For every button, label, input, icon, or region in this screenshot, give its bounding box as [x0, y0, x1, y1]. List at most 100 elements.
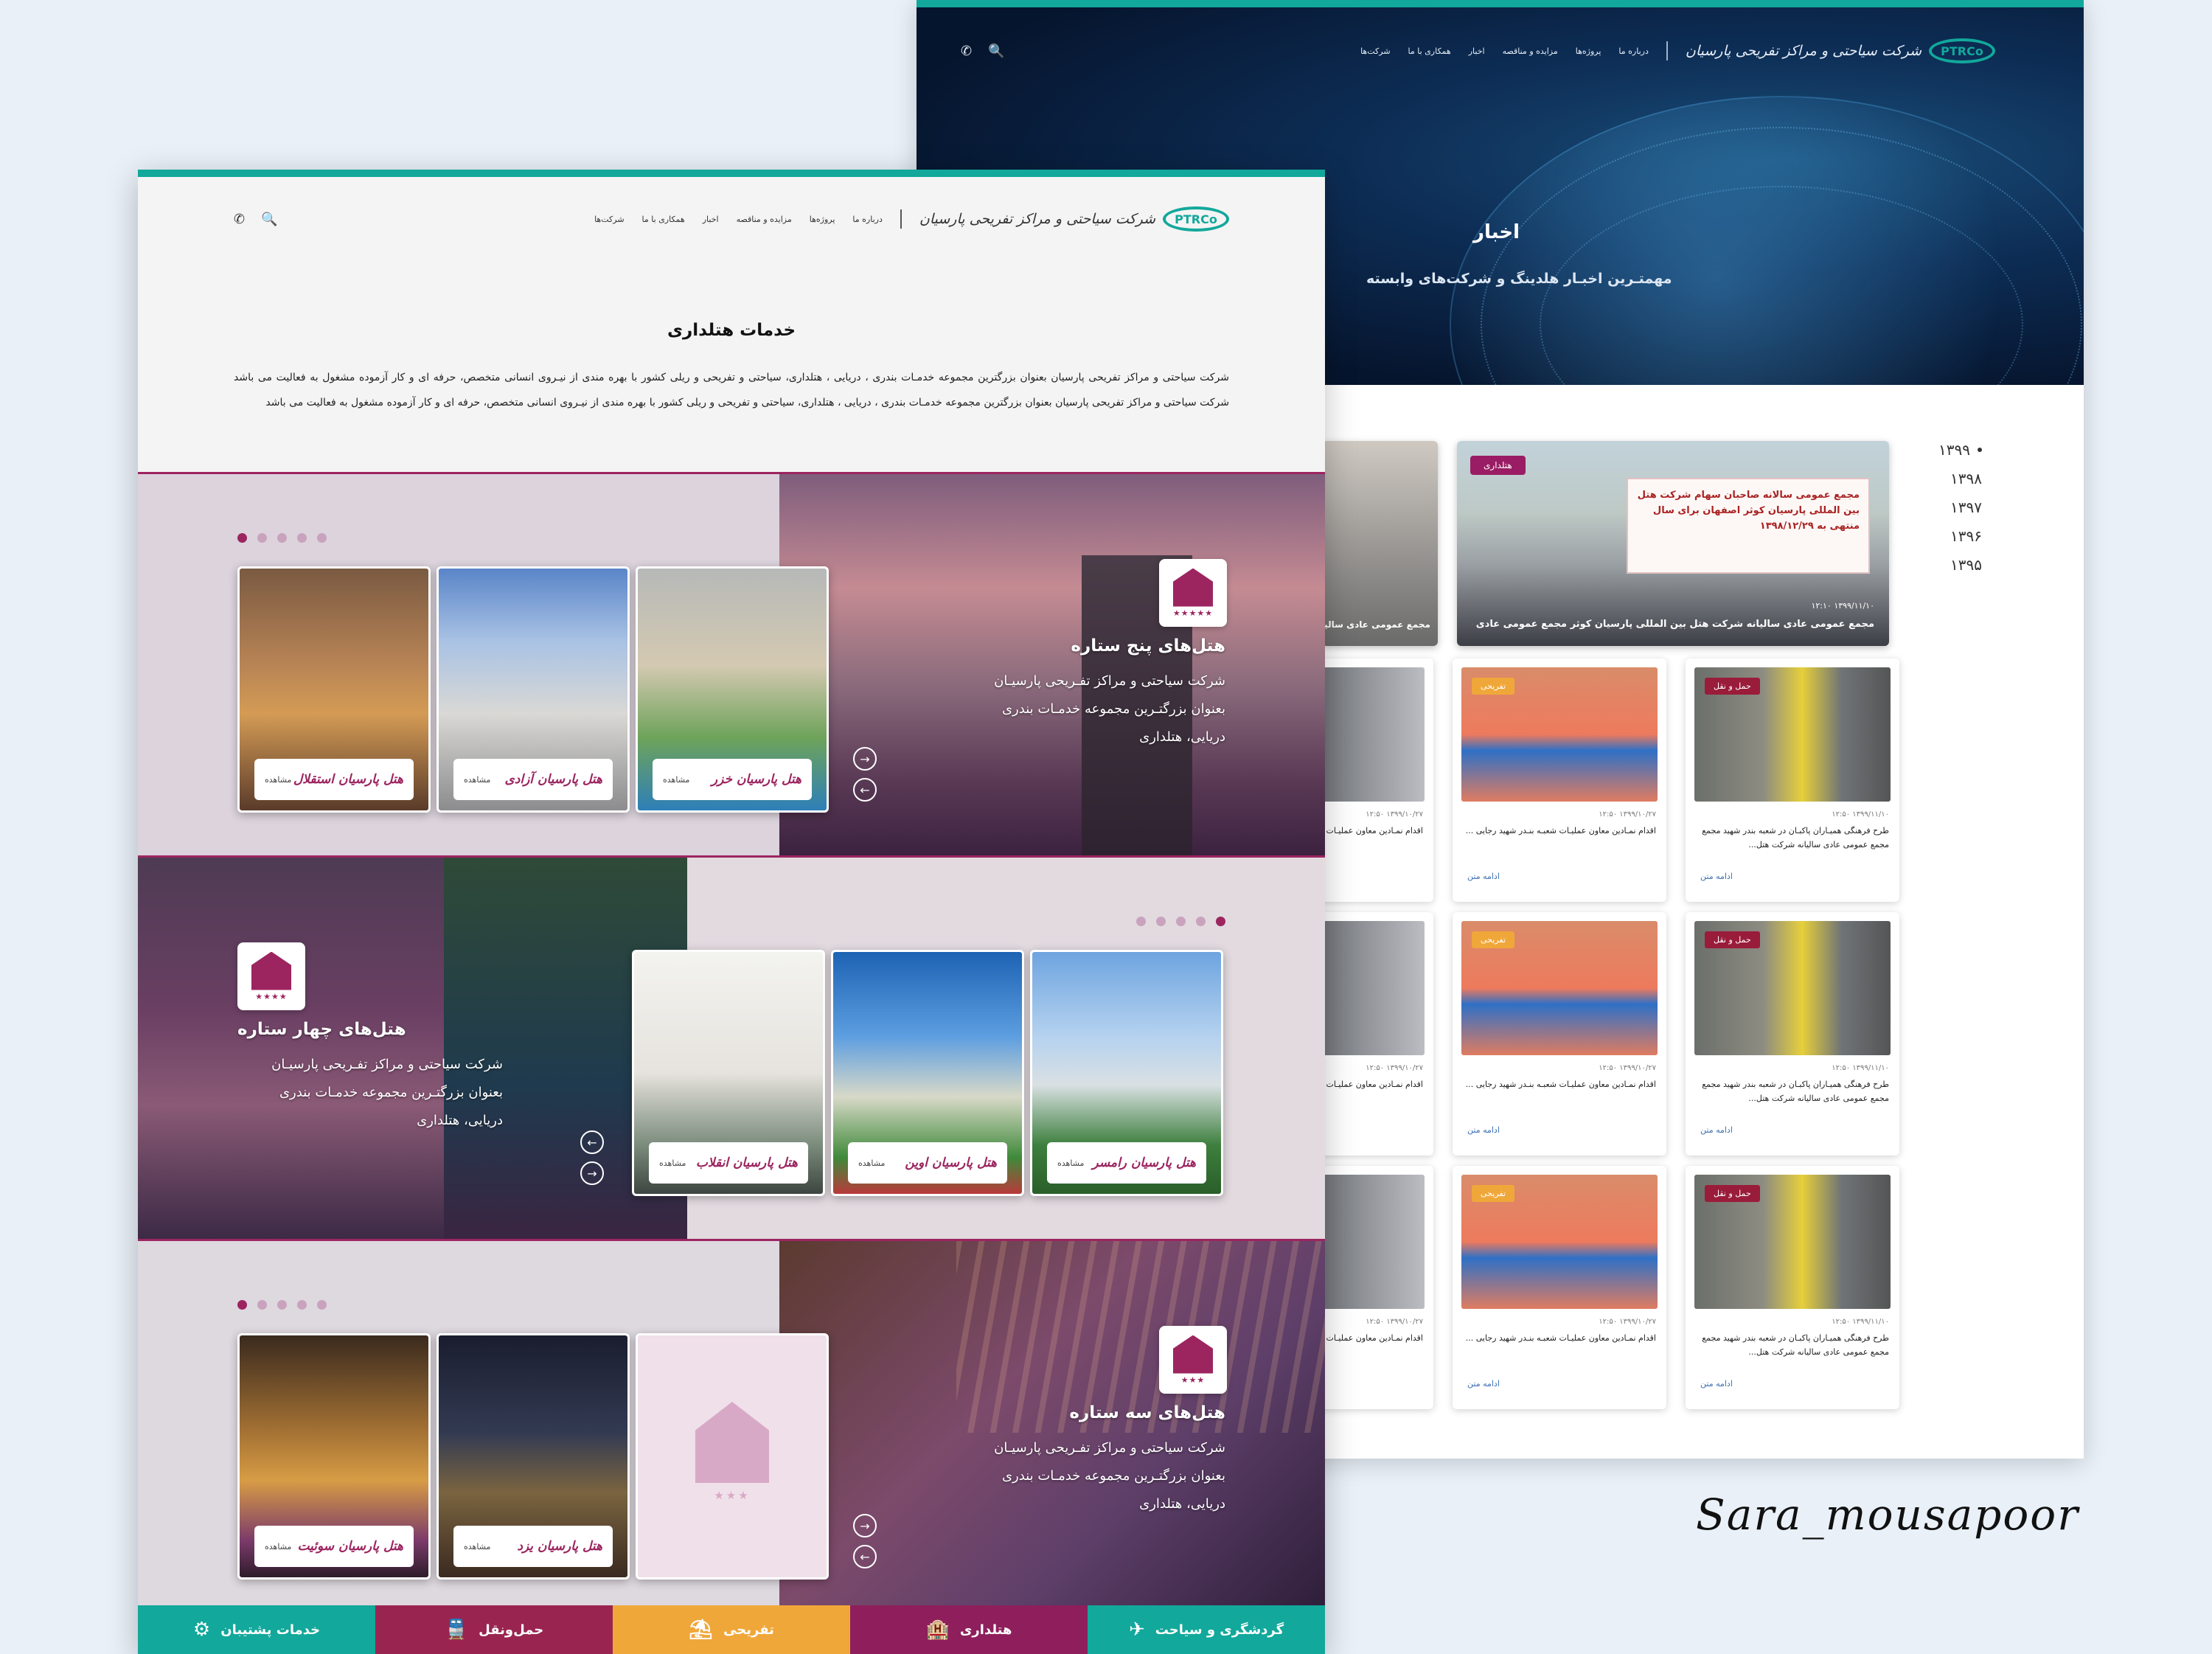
phone-icon[interactable]: ✆ [961, 44, 972, 59]
menu-item-careers[interactable]: همکاری با ما [642, 215, 685, 224]
category-tag[interactable]: تفریحی [1472, 931, 1515, 948]
view-link[interactable]: مشاهده [464, 775, 490, 785]
news-card[interactable]: تفریحی ۱۳۹۹/۱۰/۲۷ ۱۲:۵۰ اقدام نمـادین مع… [1453, 912, 1666, 1156]
site-logo[interactable]: PTRCo شرکت سیاحتی و مراکز تفریحی پارسیان [919, 206, 1229, 232]
carousel-dots [237, 533, 327, 543]
category-tag[interactable]: تفریحی [1472, 1185, 1515, 1202]
carousel-dots [1136, 917, 1225, 926]
read-more-link[interactable]: ادامه متن [1700, 1379, 1899, 1389]
menu-item-tenders[interactable]: مزایده و مناقصه [737, 215, 792, 224]
news-card[interactable]: تفریحی ۱۳۹۹/۱۰/۲۷ ۱۲:۵۰ اقدام نمـادین مع… [1453, 659, 1666, 902]
tab-transport[interactable]: حمل‌ونقل 🚆 [375, 1605, 613, 1654]
featured-news-card-partial[interactable]: مجمع عمومی عادی سالیانه [1322, 441, 1438, 646]
read-more-link[interactable]: ادامه متن [1700, 872, 1899, 881]
section-background-photo [138, 858, 687, 1239]
news-date: ۱۳۹۹/۱۱/۱۰ ۱۲:۵۰ [1832, 1318, 1889, 1326]
tab-tourism[interactable]: گردشگری و سیاحت ✈ [1088, 1605, 1325, 1654]
hotel-card[interactable]: هتل پارسیان اوین مشاهده [831, 950, 1024, 1196]
category-tag[interactable]: تفریحی [1472, 678, 1515, 695]
category-tag[interactable]: حمل و نقل [1705, 678, 1760, 695]
hotel-card[interactable]: هتل پارسیان یزد مشاهده [437, 1333, 630, 1580]
hotel-label: هتل پارسیان استقلال مشاهده [254, 759, 414, 800]
menu-item-companies[interactable]: شرکت‌ها [594, 215, 624, 224]
menu-item-news[interactable]: اخبار [703, 215, 719, 224]
carousel-dot[interactable] [297, 533, 307, 543]
tab-support-services[interactable]: خدمات پشتیبان ⚙ [138, 1605, 375, 1654]
tab-recreation[interactable]: تفریحی ⛱ [613, 1605, 850, 1654]
read-more-link[interactable]: ادامه متن [1467, 1125, 1666, 1135]
carousel-dot[interactable] [1216, 917, 1225, 926]
carousel-dot[interactable] [1136, 917, 1146, 926]
year-item[interactable]: ۱۳۹۹ [1938, 435, 1982, 464]
news-card[interactable]: تفریحی ۱۳۹۹/۱۰/۲۷ ۱۲:۵۰ اقدام نمـادین مع… [1453, 1166, 1666, 1409]
news-card[interactable]: حمل و نقل ۱۳۹۹/۱۱/۱۰ ۱۲:۵۰ طرح فرهنگی هم… [1686, 659, 1899, 902]
carousel-dot[interactable] [257, 1300, 267, 1310]
menu-item-projects[interactable]: پروژه‌ها [1576, 46, 1601, 56]
view-link[interactable]: مشاهده [1057, 1158, 1084, 1168]
arrow-right-icon[interactable]: → [580, 1161, 604, 1185]
menu-item-about[interactable]: درباره ما [1618, 46, 1648, 56]
news-subtitle: مهمتـرین اخبـار هلدینگ و شرکت‌های وابسته [1366, 271, 1672, 287]
view-link[interactable]: مشاهده [464, 1542, 490, 1552]
carousel-dot[interactable] [257, 533, 267, 543]
carousel-dot[interactable] [1156, 917, 1166, 926]
carousel-dot[interactable] [1196, 917, 1206, 926]
view-link[interactable]: مشاهده [858, 1158, 885, 1168]
view-link[interactable]: مشاهده [659, 1158, 686, 1168]
category-tag[interactable]: حمل و نقل [1705, 931, 1760, 948]
carousel-dot[interactable] [237, 1300, 247, 1310]
news-card[interactable]: حمل و نقل ۱۳۹۹/۱۱/۱۰ ۱۲:۵۰ طرح فرهنگی هم… [1686, 912, 1899, 1156]
hotel-card[interactable]: هتل پارسیان خزر مشاهده [636, 566, 829, 813]
category-tag[interactable]: هتلداری [1470, 456, 1526, 475]
hotel-card[interactable]: هتل پارسیان استقلال مشاهده [237, 566, 431, 813]
carousel-dot[interactable] [237, 533, 247, 543]
arrow-left-icon[interactable]: ← [853, 1545, 877, 1568]
hotel-brand-icon: ★★★★ [237, 942, 305, 1010]
menu-item-news[interactable]: اخبار [1469, 46, 1485, 56]
arrow-left-icon[interactable]: ← [580, 1130, 604, 1154]
carousel-dot[interactable] [277, 533, 287, 543]
view-link[interactable]: مشاهده [265, 1542, 291, 1552]
phone-icon[interactable]: ✆ [234, 212, 245, 227]
carousel-dot[interactable] [317, 1300, 327, 1310]
menu-item-about[interactable]: درباره ما [852, 215, 882, 224]
year-item[interactable]: ۱۳۹۵ [1938, 550, 1982, 579]
hotel-card[interactable]: هتل پارسیان رامسر مشاهده [1030, 950, 1223, 1196]
featured-news-card[interactable]: مجمع عمومی سالانه صاحبان سهام شرکت هتل ب… [1457, 441, 1889, 646]
hotel-card-placeholder[interactable]: ★★★ [636, 1333, 829, 1580]
hotel-card[interactable]: هتل پارسیان آزادی مشاهده [437, 566, 630, 813]
hotel-brand-icon: ★★★★★ [1159, 559, 1227, 627]
read-more-link[interactable]: ادامه متن [1700, 1125, 1899, 1135]
news-card[interactable]: حمل و نقل ۱۳۹۹/۱۱/۱۰ ۱۲:۵۰ طرح فرهنگی هم… [1686, 1166, 1899, 1409]
view-link[interactable]: مشاهده [663, 775, 689, 785]
section-description: شرکت سیاحتی و مراکز تفـریحی پارسیـان بعن… [271, 1057, 503, 1128]
menu-item-companies[interactable]: شرکت‌ها [1360, 46, 1390, 56]
section-description: شرکت سیاحتی و مراکز تفـریحی پارسیـان بعن… [994, 1440, 1225, 1512]
menu-item-projects[interactable]: پروژه‌ها [810, 215, 835, 224]
view-link[interactable]: مشاهده [265, 775, 291, 785]
carousel-dot[interactable] [297, 1300, 307, 1310]
hotel-label: هتل پارسیان یزد مشاهده [453, 1526, 613, 1567]
hotel-card[interactable]: هتل پارسیان سوئیت مشاهده [237, 1333, 431, 1580]
year-item[interactable]: ۱۳۹۶ [1938, 521, 1982, 550]
arrow-right-icon[interactable]: → [853, 747, 877, 771]
airplane-icon: ✈ [1128, 1619, 1145, 1641]
star-rating: ★★★ [714, 1489, 751, 1502]
read-more-link[interactable]: ادامه متن [1467, 1379, 1666, 1389]
arrow-left-icon[interactable]: ← [853, 778, 877, 802]
hotel-card[interactable]: هتل پارسیان انقلاب مشاهده [632, 950, 825, 1196]
arrow-right-icon[interactable]: → [853, 1514, 877, 1537]
site-logo[interactable]: PTRCo شرکت سیاحتی و مراکز تفریحی پارسیان [1686, 38, 1995, 63]
menu-item-tenders[interactable]: مزایده و مناقصه [1503, 46, 1558, 56]
category-tag[interactable]: حمل و نقل [1705, 1185, 1760, 1202]
carousel-dot[interactable] [1176, 917, 1186, 926]
carousel-dot[interactable] [277, 1300, 287, 1310]
year-item[interactable]: ۱۳۹۸ [1938, 464, 1982, 493]
year-item[interactable]: ۱۳۹۷ [1938, 493, 1982, 521]
search-icon[interactable]: 🔍 [988, 44, 1004, 59]
search-icon[interactable]: 🔍 [261, 212, 277, 227]
menu-item-careers[interactable]: همکاری با ما [1408, 46, 1451, 56]
carousel-dot[interactable] [317, 533, 327, 543]
tab-hotels[interactable]: هتلداری 🏨 [850, 1605, 1088, 1654]
read-more-link[interactable]: ادامه متن [1467, 872, 1666, 881]
